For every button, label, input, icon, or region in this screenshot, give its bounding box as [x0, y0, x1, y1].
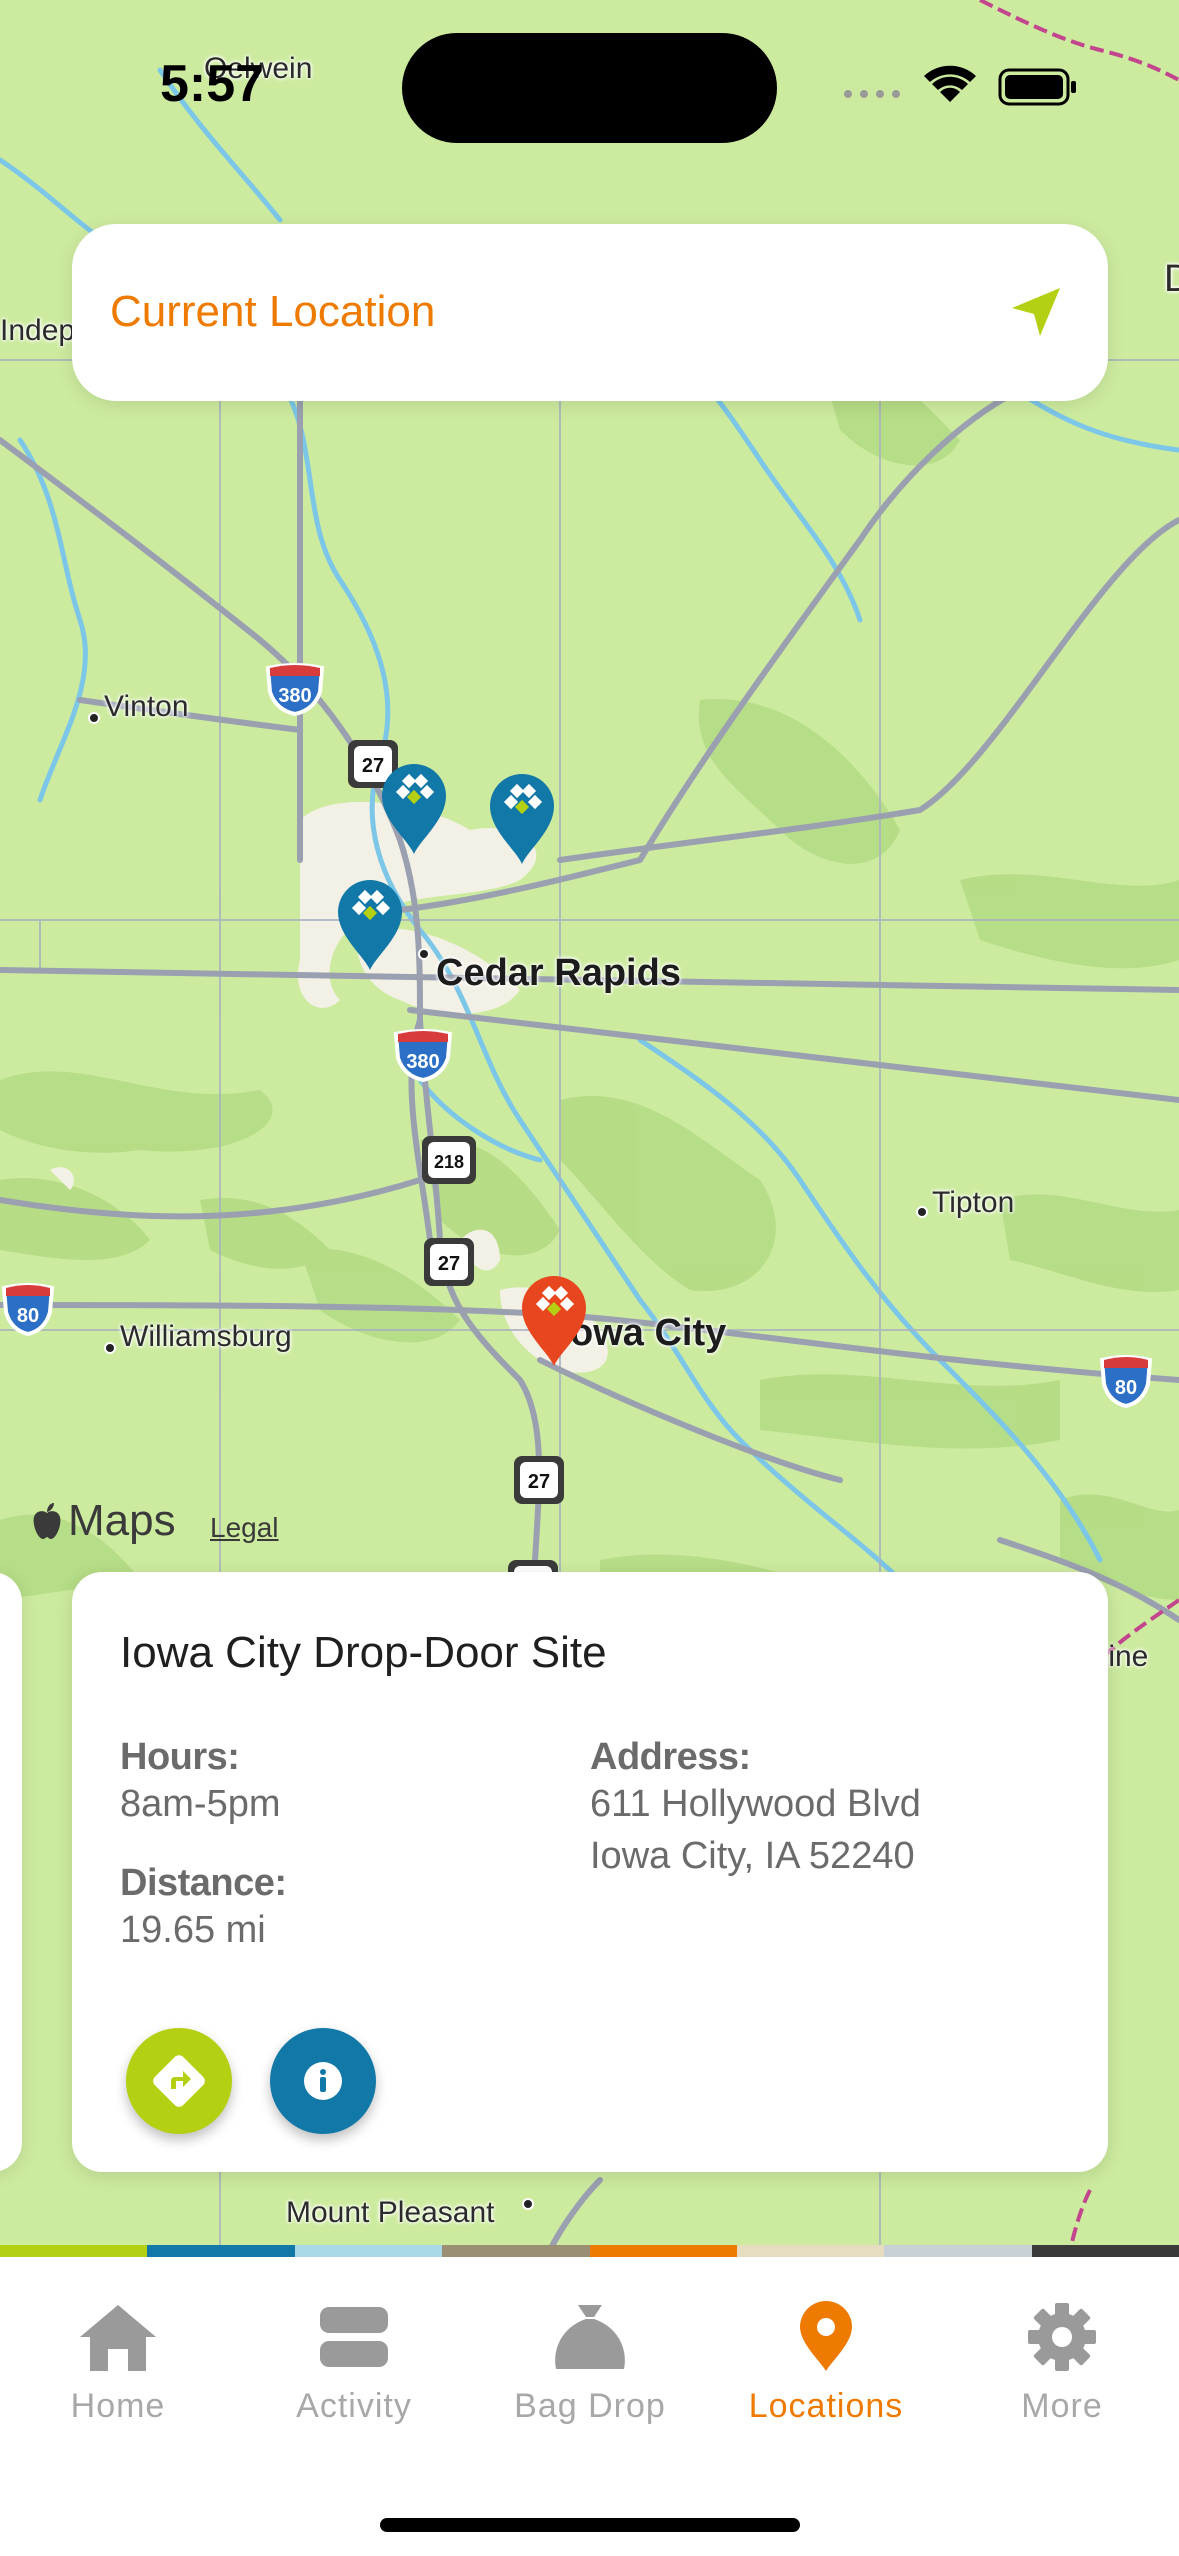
apple-logo-icon — [33, 1503, 61, 1539]
distance-label: Distance: — [120, 1862, 287, 1904]
directions-button[interactable] — [126, 2028, 232, 2134]
map-dot-williamsburg — [104, 1342, 116, 1354]
signal-icon — [844, 90, 900, 98]
site-name: Iowa City Drop-Door Site — [120, 1628, 607, 1677]
us-27-shield: 27 — [512, 1454, 566, 1511]
stripe-segment — [147, 2245, 295, 2257]
interstate-80-shield: 80 — [0, 1282, 56, 1341]
shield-label: 80 — [1115, 1377, 1137, 1399]
map-dot-vinton — [88, 712, 100, 724]
legal-link[interactable]: Legal — [210, 1512, 279, 1544]
shield-label: 380 — [278, 685, 311, 707]
us-27-shield: 27 — [422, 1236, 476, 1293]
stripe-segment — [0, 2245, 148, 2257]
current-location-label[interactable]: Current Location — [110, 287, 435, 337]
map-pin-location[interactable] — [334, 876, 406, 972]
address-label: Address: — [590, 1736, 751, 1778]
stripe-segment — [1031, 2245, 1179, 2257]
tab-bar: Home Activity Bag Drop Locations More — [0, 2257, 1179, 2556]
status-indicators — [840, 64, 1080, 108]
battery-icon — [998, 68, 1076, 106]
shield-label: 27 — [528, 1471, 550, 1493]
tab-label: Activity — [296, 2387, 412, 2425]
map-pin-location[interactable] — [486, 770, 558, 866]
hours-value: 8am-5pm — [120, 1783, 281, 1825]
maps-brand-text: Maps — [68, 1496, 176, 1545]
dynamic-island — [402, 33, 777, 143]
tab-more[interactable]: More — [944, 2301, 1179, 2441]
distance-value: 19.65 mi — [120, 1909, 266, 1951]
bag-icon — [555, 2305, 625, 2369]
current-location-search[interactable]: Current Location — [72, 224, 1108, 401]
map-label-edge-d: D — [1164, 258, 1179, 300]
apple-maps-logo: Maps — [30, 1496, 176, 1546]
stripe-segment — [442, 2245, 590, 2257]
home-icon — [80, 2305, 156, 2371]
tab-activity[interactable]: Activity — [236, 2301, 472, 2441]
shield-label: 80 — [17, 1305, 39, 1327]
stripe-segment — [736, 2245, 885, 2257]
stripe-segment — [884, 2245, 1032, 2257]
tab-label: Locations — [748, 2387, 904, 2425]
us-218-shield: 218 — [420, 1134, 478, 1191]
wifi-icon — [924, 65, 976, 102]
info-button[interactable] — [270, 2028, 376, 2134]
tab-label: Home — [70, 2387, 166, 2425]
tab-bag-drop[interactable]: Bag Drop — [472, 2301, 708, 2441]
stripe-segment — [294, 2245, 443, 2257]
brand-color-stripe — [0, 2245, 1179, 2257]
map-dot-mount-pleasant — [522, 2198, 534, 2210]
address-line-2: Iowa City, IA 52240 — [590, 1835, 915, 1877]
map-label-indep: Indep — [0, 314, 76, 347]
site-info-card[interactable]: Iowa City Drop-Door Site Hours: 8am-5pm … — [72, 1572, 1108, 2172]
map-label-mount-pleasant: Mount Pleasant — [286, 2196, 495, 2229]
shield-label: 218 — [434, 1152, 464, 1172]
interstate-80-shield: 80 — [1098, 1354, 1154, 1413]
tab-label: More — [1021, 2387, 1103, 2425]
map-label-williamsburg: Williamsburg — [120, 1320, 292, 1353]
map-label-tipton: Tipton — [932, 1186, 1015, 1219]
interstate-380-shield: 380 — [392, 1028, 454, 1087]
location-arrow-icon[interactable] — [1008, 284, 1064, 340]
tab-locations[interactable]: Locations — [708, 2301, 944, 2441]
map-label-vinton: Vinton — [104, 690, 189, 723]
address-line-1: 611 Hollywood Blvd — [590, 1783, 921, 1825]
map-label-iowa-city: owa City — [570, 1312, 727, 1354]
location-pin-icon — [800, 2301, 852, 2371]
map-pin-location[interactable] — [378, 760, 450, 856]
map-label-cedar-rapids: Cedar Rapids — [436, 952, 681, 994]
hours-label: Hours: — [120, 1736, 240, 1778]
status-time: 5:57 — [160, 55, 265, 113]
interstate-380-shield: 380 — [264, 662, 326, 721]
directions-icon — [153, 2055, 205, 2107]
shield-label: 380 — [406, 1051, 439, 1073]
shield-label: 27 — [438, 1253, 460, 1275]
map-dot-cedar-rapids — [418, 948, 430, 960]
map-pin-selected[interactable] — [518, 1272, 590, 1368]
home-indicator[interactable] — [380, 2518, 800, 2532]
gear-icon — [1028, 2303, 1096, 2371]
tab-home[interactable]: Home — [0, 2301, 236, 2441]
info-icon — [304, 2062, 342, 2100]
map-dot-tipton — [916, 1206, 928, 1218]
activity-icon — [320, 2307, 388, 2367]
stripe-segment — [589, 2245, 737, 2257]
tab-label: Bag Drop — [514, 2387, 666, 2425]
previous-site-card[interactable] — [0, 1572, 22, 2172]
